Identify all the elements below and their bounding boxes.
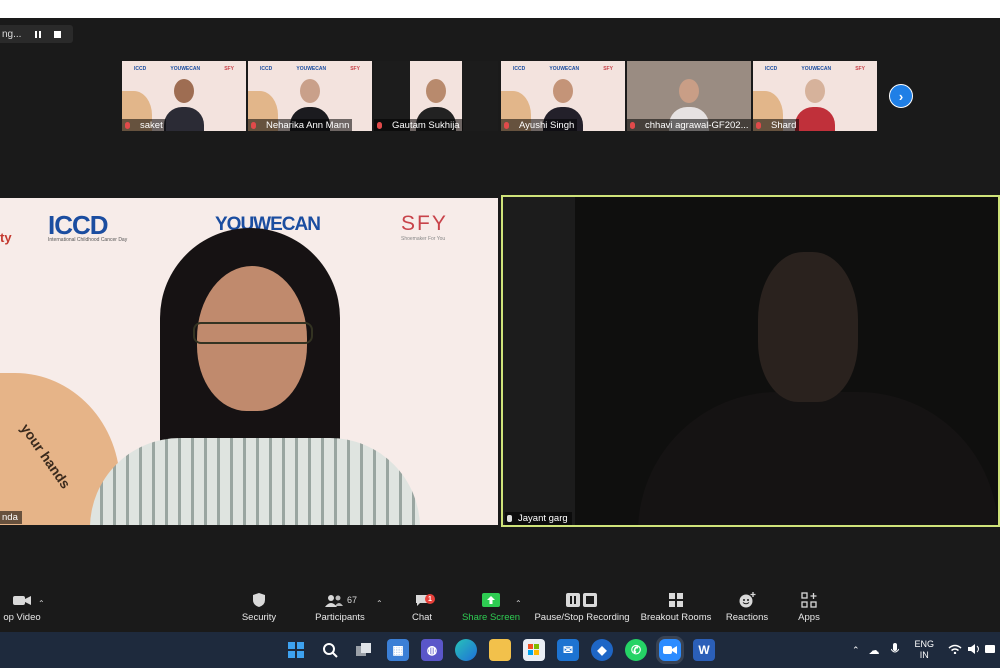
participant-name: chhavi agrawal-GF202... bbox=[645, 119, 749, 131]
teams-chat-icon[interactable]: ◍ bbox=[421, 639, 443, 661]
participants-button[interactable]: 67 Participants bbox=[312, 580, 368, 632]
participant-video bbox=[795, 79, 835, 131]
apps-icon bbox=[801, 589, 817, 611]
file-explorer-icon[interactable] bbox=[489, 639, 511, 661]
meeting-toolbar: op Video ⌃ Security 67 Participants ⌃ Ch… bbox=[0, 580, 1000, 632]
mail-icon[interactable]: ✉ bbox=[557, 639, 579, 661]
participants-options-chevron-icon[interactable]: ⌃ bbox=[376, 599, 383, 608]
recording-indicator: ng... bbox=[0, 25, 73, 43]
muted-mic-icon bbox=[251, 121, 256, 129]
wifi-icon[interactable] bbox=[948, 644, 962, 656]
whatsapp-icon[interactable]: ✆ bbox=[625, 639, 647, 661]
speaker-name-label: nda bbox=[0, 511, 22, 524]
show-hidden-icons-chevron-icon[interactable]: ⌃ bbox=[852, 645, 860, 656]
pause-stop-recording-button[interactable]: Pause/Stop Recording bbox=[534, 580, 630, 632]
word-icon[interactable]: W bbox=[693, 639, 715, 661]
search-icon[interactable] bbox=[319, 639, 341, 661]
volume-icon[interactable] bbox=[968, 644, 981, 656]
speaker-tile-right-active[interactable]: Jayant garg bbox=[501, 195, 1000, 527]
smiley-icon bbox=[738, 589, 756, 611]
pause-recording-icon[interactable] bbox=[35, 30, 42, 38]
participants-count: 67 bbox=[346, 595, 357, 605]
muted-mic-icon bbox=[504, 121, 509, 129]
participant-name: Shard bbox=[771, 119, 797, 131]
participant-tile[interactable]: chhavi agrawal-GF202... bbox=[627, 61, 751, 131]
participant-name: Gautam Sukhija bbox=[392, 119, 460, 131]
language-indicator[interactable]: ENG IN bbox=[915, 639, 935, 661]
participants-icon: 67 bbox=[323, 589, 357, 611]
muted-mic-icon bbox=[125, 121, 130, 129]
share-screen-button[interactable]: Share Screen bbox=[460, 580, 522, 632]
breakout-rooms-button[interactable]: Breakout Rooms bbox=[639, 580, 713, 632]
participant-tile[interactable]: ICCD YOUWECAN SFY saket bbox=[122, 61, 246, 131]
participant-video bbox=[164, 79, 204, 131]
stop-recording-icon[interactable] bbox=[54, 30, 62, 38]
share-options-chevron-icon[interactable]: ⌃ bbox=[515, 599, 522, 608]
microphone-icon[interactable] bbox=[890, 643, 899, 657]
participant-tile[interactable]: ICCD YOUWECAN SFY Neharika Ann Mann bbox=[248, 61, 372, 131]
speaker-video bbox=[90, 228, 420, 525]
shield-icon bbox=[252, 589, 266, 611]
security-shield-icon[interactable]: ◆ bbox=[591, 639, 613, 661]
zoom-icon[interactable] bbox=[659, 639, 681, 661]
participant-name: Neharika Ann Mann bbox=[266, 119, 350, 131]
participant-tile[interactable]: Gautam Sukhija bbox=[374, 61, 498, 131]
mic-icon bbox=[507, 515, 512, 522]
muted-mic-icon bbox=[630, 121, 635, 129]
cloud-icon[interactable]: ☁ bbox=[869, 644, 880, 657]
chat-button[interactable]: Chat bbox=[404, 580, 440, 632]
window-top-strip bbox=[0, 0, 1000, 18]
system-tray: ⌃ ☁ ENG IN bbox=[852, 632, 997, 668]
windows-taskbar: ▦ ◍ ✉ ◆ ✆ W ⌃ ☁ ENG IN bbox=[0, 632, 1000, 668]
edge-browser-icon[interactable] bbox=[455, 639, 477, 661]
video-options-chevron-icon[interactable]: ⌃ bbox=[38, 599, 45, 608]
windows-start-icon[interactable] bbox=[285, 639, 307, 661]
recording-status-text: ng... bbox=[2, 28, 22, 40]
participant-tile[interactable]: ICCD YOUWECAN SFY Shard bbox=[753, 61, 877, 131]
pause-stop-icon bbox=[565, 589, 599, 611]
next-page-chevron-icon[interactable]: › bbox=[889, 84, 913, 108]
speaker-tile-left[interactable]: ty ICCD International Childhood Cancer Da… bbox=[0, 198, 498, 525]
battery-icon[interactable] bbox=[985, 644, 997, 656]
microsoft-store-icon[interactable] bbox=[523, 639, 545, 661]
chat-unread-badge: 1 bbox=[425, 594, 435, 604]
participant-name: saket bbox=[140, 119, 163, 131]
reactions-button[interactable]: Reactions bbox=[724, 580, 770, 632]
participant-tile[interactable]: ICCD YOUWECAN SFY Ayushi Singh bbox=[501, 61, 625, 131]
background-text-fragment: ty bbox=[0, 230, 12, 245]
participant-name: Ayushi Singh bbox=[519, 119, 575, 131]
apps-button[interactable]: Apps bbox=[792, 580, 826, 632]
widgets-icon[interactable]: ▦ bbox=[387, 639, 409, 661]
speaker-name-label: Jayant garg bbox=[505, 512, 572, 525]
task-view-icon[interactable] bbox=[353, 639, 375, 661]
muted-mic-icon bbox=[377, 121, 382, 129]
security-button[interactable]: Security bbox=[238, 580, 280, 632]
muted-mic-icon bbox=[756, 121, 761, 129]
video-camera-icon bbox=[12, 589, 32, 611]
breakout-grid-icon bbox=[668, 589, 684, 611]
share-screen-arrow-icon bbox=[482, 589, 500, 611]
